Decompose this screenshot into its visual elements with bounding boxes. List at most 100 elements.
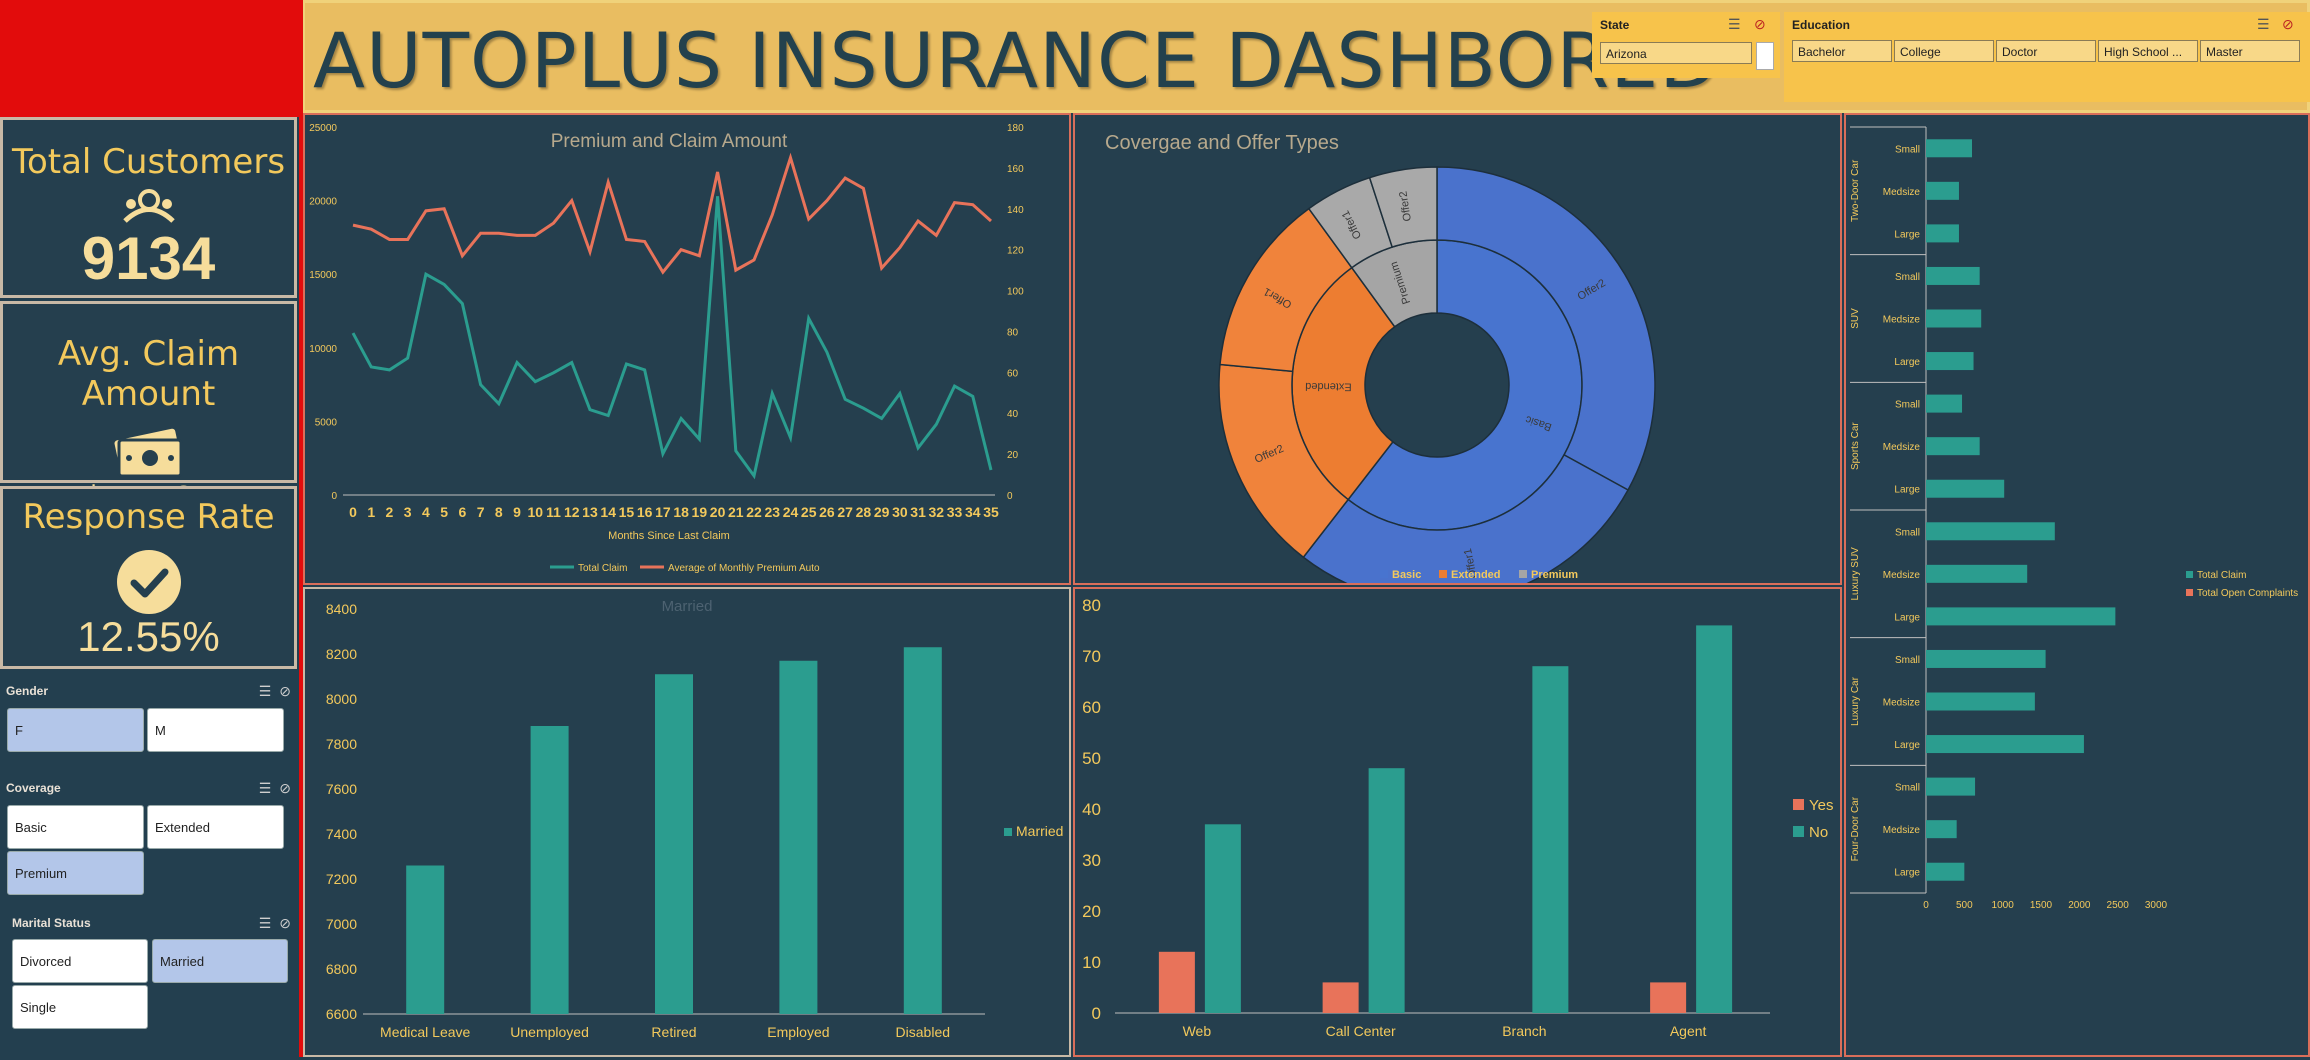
x-tick-label: 28 [856, 504, 872, 520]
x-tick-label: 17 [655, 504, 671, 520]
size-label: Small [1895, 655, 1920, 666]
coverage-offer-chart: Covergae and Offer Types Basic Extended Pre… [1073, 113, 1842, 604]
kpi-response-rate: Response Rate 12.55% [0, 486, 297, 669]
marital-slicer: Marital Status ☰ ⊘ Divorced Married Single [0, 910, 297, 1030]
coverage-item-basic[interactable]: Basic [7, 805, 144, 849]
education-item-college[interactable]: College [1894, 40, 1994, 62]
multi-select-icon[interactable]: ☰ [259, 915, 272, 932]
bar [1926, 607, 2116, 626]
x-tick-label: Medical Leave [380, 1024, 470, 1040]
x-tick-label: 7 [477, 504, 485, 520]
gender-item-f[interactable]: F [7, 708, 144, 752]
x-tick-label: Branch [1502, 1023, 1546, 1039]
education-item-doctor[interactable]: Doctor [1996, 40, 2096, 62]
clear-filter-icon[interactable]: ⊘ [279, 683, 291, 700]
marital-item-single[interactable]: Single [12, 985, 148, 1029]
bar [1926, 181, 1959, 200]
bar [1926, 224, 1959, 243]
bar [1926, 309, 1982, 328]
y2-tick-label: 180 [1007, 123, 1024, 134]
coverage-slicer: Coverage ☰ ⊘ Basic Extended Premium [0, 775, 297, 895]
y-tick-label: 7000 [326, 916, 357, 932]
multi-select-icon[interactable]: ☰ [259, 683, 272, 700]
inner-slice-label: Extended [1305, 380, 1352, 393]
y-tick-label: 20 [1082, 902, 1101, 921]
x-tick-label: Unemployed [510, 1024, 589, 1040]
x-tick-label: Agent [1670, 1023, 1707, 1039]
x-tick-label: 0 [1923, 900, 1929, 911]
multi-select-icon[interactable]: ☰ [1728, 16, 1741, 33]
bar [1926, 437, 1980, 456]
y2-tick-label: 60 [1007, 368, 1019, 379]
clear-filter-icon[interactable]: ⊘ [279, 915, 291, 932]
legend-label: Married [1016, 823, 1063, 839]
chart-title: Premium and Claim Amount [551, 131, 788, 152]
state-item-arizona[interactable]: Arizona [1600, 42, 1752, 64]
state-scrollbar[interactable] [1756, 42, 1774, 70]
coverage-item-premium[interactable]: Premium [7, 851, 144, 895]
channel-response-chart: 0 10 20 30 40 50 60 70 80 Web Call Center Branch Age… [1073, 587, 1842, 1057]
y-tick-label: 6600 [326, 1006, 357, 1022]
size-label: Large [1894, 740, 1920, 751]
y-tick-label: 8200 [326, 646, 357, 662]
x-tick-label: 3000 [2145, 900, 2168, 911]
checkmark-icon [3, 549, 294, 615]
education-item-master[interactable]: Master [2200, 40, 2300, 62]
x-tick-label: 2 [386, 504, 394, 520]
y-tick-label: 10 [1082, 953, 1101, 972]
multi-select-icon[interactable]: ☰ [259, 780, 272, 797]
y2-tick-label: 20 [1007, 450, 1019, 461]
x-tick-label: 2000 [2068, 900, 2091, 911]
legend-label: Yes [1809, 797, 1833, 814]
bar-no [1204, 824, 1241, 1013]
multi-select-icon[interactable]: ☰ [2257, 16, 2270, 33]
education-item-bachelor[interactable]: Bachelor [1792, 40, 1892, 62]
size-label: Medsize [1883, 187, 1921, 198]
y-tick-label: 30 [1082, 851, 1101, 870]
x-tick-label: Call Center [1326, 1023, 1396, 1039]
y-tick-label: 7600 [326, 781, 357, 797]
clear-filter-icon[interactable]: ⊘ [279, 780, 291, 797]
x-tick-label: 13 [582, 504, 598, 520]
y-tick-label: 15000 [309, 270, 337, 281]
legend-swatch [1793, 826, 1804, 837]
x-tick-label: 26 [819, 504, 835, 520]
bar [530, 726, 569, 1014]
legend-swatch [2186, 589, 2193, 596]
x-tick-label: 27 [837, 504, 853, 520]
size-label: Large [1894, 357, 1920, 368]
kpi-title: Avg. Claim Amount [57, 334, 240, 414]
y-tick-label: 40 [1082, 800, 1101, 819]
legend-label: No [1809, 824, 1828, 841]
bar [903, 647, 942, 1014]
y-tick-label: 0 [331, 491, 337, 502]
x-tick-label: 500 [1956, 900, 1973, 911]
marital-item-divorced[interactable]: Divorced [12, 939, 148, 983]
bar [1926, 862, 1965, 881]
clear-filter-icon[interactable]: ⊘ [2282, 16, 2294, 33]
vehicle-claims-chart: Two-Door Car Small Medsize Large SUV Small Med… [1844, 113, 2310, 1057]
coverage-slicer-title: Coverage [6, 781, 61, 795]
clear-filter-icon[interactable]: ⊘ [1754, 16, 1766, 33]
x-tick-label: Retired [651, 1024, 696, 1040]
x-tick-label: 32 [929, 504, 945, 520]
bar-no [1696, 625, 1733, 1013]
size-label: Medsize [1883, 442, 1921, 453]
customers-icon [3, 188, 294, 226]
y-tick-label: 8000 [326, 691, 357, 707]
top-left-block [0, 0, 300, 117]
y-tick-label: 0 [1092, 1004, 1101, 1023]
marital-slicer-title: Marital Status [12, 916, 91, 930]
y-tick-label: 80 [1082, 596, 1101, 615]
bar [1926, 522, 2055, 541]
group-label: Luxury SUV [1850, 547, 1861, 601]
coverage-item-extended[interactable]: Extended [147, 805, 284, 849]
y2-tick-label: 120 [1007, 246, 1024, 257]
y-tick-label: 10000 [309, 344, 337, 355]
marital-item-married[interactable]: Married [152, 939, 288, 983]
x-tick-label: 25 [801, 504, 817, 520]
premium-claim-chart: Premium and Claim Amount 0 5000 10000 15000 2… [303, 113, 1071, 585]
y-tick-label: 25000 [309, 123, 337, 134]
education-item-high-school[interactable]: High School ... [2098, 40, 2198, 62]
gender-item-m[interactable]: M [147, 708, 284, 752]
